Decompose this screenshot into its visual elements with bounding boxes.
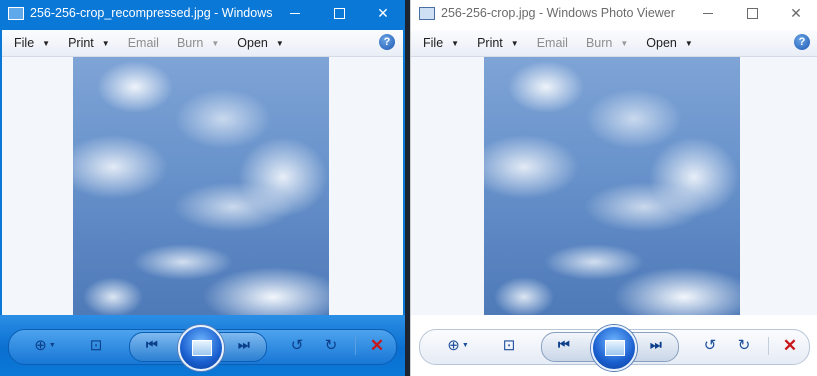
menu-burn: Burn ▼ xyxy=(177,36,219,50)
window-title: 256-256-crop.jpg - Windows Photo Viewer xyxy=(441,6,675,20)
bottom-toolbar: ⊕ ▼ ⊡ ⏮ ⏭ ↺ ↻ ✕ xyxy=(0,315,405,376)
next-icon[interactable]: ⏭ xyxy=(650,337,662,353)
delete-icon: ✕ xyxy=(369,336,385,355)
image-canvas[interactable] xyxy=(2,57,403,315)
chevron-down-icon: ▼ xyxy=(42,38,51,48)
separator xyxy=(355,337,356,355)
photo-viewer-window-original[interactable]: 256-256-crop.jpg - Windows Photo Viewer … xyxy=(410,0,817,376)
title-bar[interactable]: 256-256-crop_recompressed.jpg - Windows.… xyxy=(0,0,405,26)
rotate-clockwise-icon: ↻ xyxy=(324,337,338,354)
rotate-clockwise-icon: ↻ xyxy=(737,337,751,354)
photo-viewer-app-icon xyxy=(419,6,435,20)
sky-clouds-photo xyxy=(73,57,329,315)
menu-open-label: Open xyxy=(237,36,268,50)
maximize-button[interactable] xyxy=(317,0,361,26)
rotate-ccw-button[interactable]: ↺ xyxy=(700,336,720,356)
window-title: 256-256-crop_recompressed.jpg - Windows.… xyxy=(30,6,273,20)
zoom-button[interactable]: ⊕ ▼ xyxy=(28,336,62,356)
menu-burn: Burn ▼ xyxy=(586,36,628,50)
photo-viewer-app-icon xyxy=(8,6,24,20)
actual-size-button[interactable]: ⊡ xyxy=(86,336,106,356)
menu-open[interactable]: Open ▼ xyxy=(237,36,284,50)
help-icon[interactable]: ? xyxy=(379,34,395,50)
menu-open-label: Open xyxy=(646,36,677,50)
menu-burn-label: Burn xyxy=(176,36,204,50)
chevron-down-icon: ▼ xyxy=(101,38,110,48)
sky-clouds-photo xyxy=(484,57,740,315)
bottom-toolbar: ⊕ ▼ ⊡ ⏮ ⏭ ↺ ↻ ✕ xyxy=(411,315,817,376)
image-canvas[interactable] xyxy=(411,57,817,315)
chevron-down-icon: ▼ xyxy=(510,38,519,48)
chevron-down-icon: ▼ xyxy=(211,38,220,48)
delete-icon: ✕ xyxy=(782,336,798,355)
next-icon[interactable]: ⏭ xyxy=(238,337,250,353)
menu-burn-label: Burn xyxy=(585,36,613,50)
chevron-down-icon: ▼ xyxy=(275,38,284,48)
rotate-ccw-button[interactable]: ↺ xyxy=(287,336,307,356)
menu-file-label: File xyxy=(14,36,35,50)
slideshow-button[interactable] xyxy=(591,325,637,371)
delete-button[interactable]: ✕ xyxy=(367,336,387,356)
minimize-button[interactable] xyxy=(686,0,730,26)
slideshow-button[interactable] xyxy=(178,325,224,371)
rotate-counterclockwise-icon: ↺ xyxy=(703,337,717,354)
menu-print[interactable]: Print ▼ xyxy=(477,36,519,50)
previous-icon[interactable]: ⏮ xyxy=(558,337,570,353)
menu-file[interactable]: File ▼ xyxy=(423,36,459,50)
close-button[interactable] xyxy=(774,0,817,26)
menu-print-label: Print xyxy=(477,36,503,50)
magnifier-plus-icon: ⊕ xyxy=(447,337,460,354)
minimize-button[interactable] xyxy=(273,0,317,26)
zoom-button[interactable]: ⊕ ▼ xyxy=(441,336,475,356)
actual-size-button[interactable]: ⊡ xyxy=(499,336,519,356)
chevron-down-icon: ▼ xyxy=(451,38,460,48)
command-bar: File ▼ Print ▼ Email Burn ▼ Open ▼ ? xyxy=(2,30,403,57)
command-bar: File ▼ Print ▼ Email Burn ▼ Open ▼ ? xyxy=(411,30,817,57)
rotate-cw-button[interactable]: ↻ xyxy=(321,336,341,356)
title-bar[interactable]: 256-256-crop.jpg - Windows Photo Viewer xyxy=(411,0,817,26)
close-button[interactable] xyxy=(361,0,405,26)
menu-email-label: Email xyxy=(127,36,159,50)
rotate-cw-button[interactable]: ↻ xyxy=(734,336,754,356)
chevron-down-icon: ▼ xyxy=(620,38,629,48)
magnifier-plus-icon: ⊕ xyxy=(34,337,47,354)
chevron-down-icon: ▼ xyxy=(684,38,693,48)
previous-icon[interactable]: ⏮ xyxy=(146,337,158,353)
menu-email-label: Email xyxy=(536,36,568,50)
menu-open[interactable]: Open ▼ xyxy=(646,36,693,50)
menu-email: Email xyxy=(537,36,568,50)
maximize-button[interactable] xyxy=(730,0,774,26)
menu-file-label: File xyxy=(423,36,444,50)
actual-size-icon: ⊡ xyxy=(89,337,103,354)
menu-file[interactable]: File ▼ xyxy=(14,36,50,50)
actual-size-icon: ⊡ xyxy=(502,337,516,354)
help-icon[interactable]: ? xyxy=(794,34,810,50)
menu-print-label: Print xyxy=(68,36,94,50)
menu-print[interactable]: Print ▼ xyxy=(68,36,110,50)
chevron-down-icon: ▼ xyxy=(461,342,469,349)
separator xyxy=(768,337,769,355)
delete-button[interactable]: ✕ xyxy=(780,336,800,356)
chevron-down-icon: ▼ xyxy=(48,342,56,349)
rotate-counterclockwise-icon: ↺ xyxy=(290,337,304,354)
menu-email: Email xyxy=(128,36,159,50)
photo-viewer-window-recompressed[interactable]: 256-256-crop_recompressed.jpg - Windows.… xyxy=(0,0,405,376)
